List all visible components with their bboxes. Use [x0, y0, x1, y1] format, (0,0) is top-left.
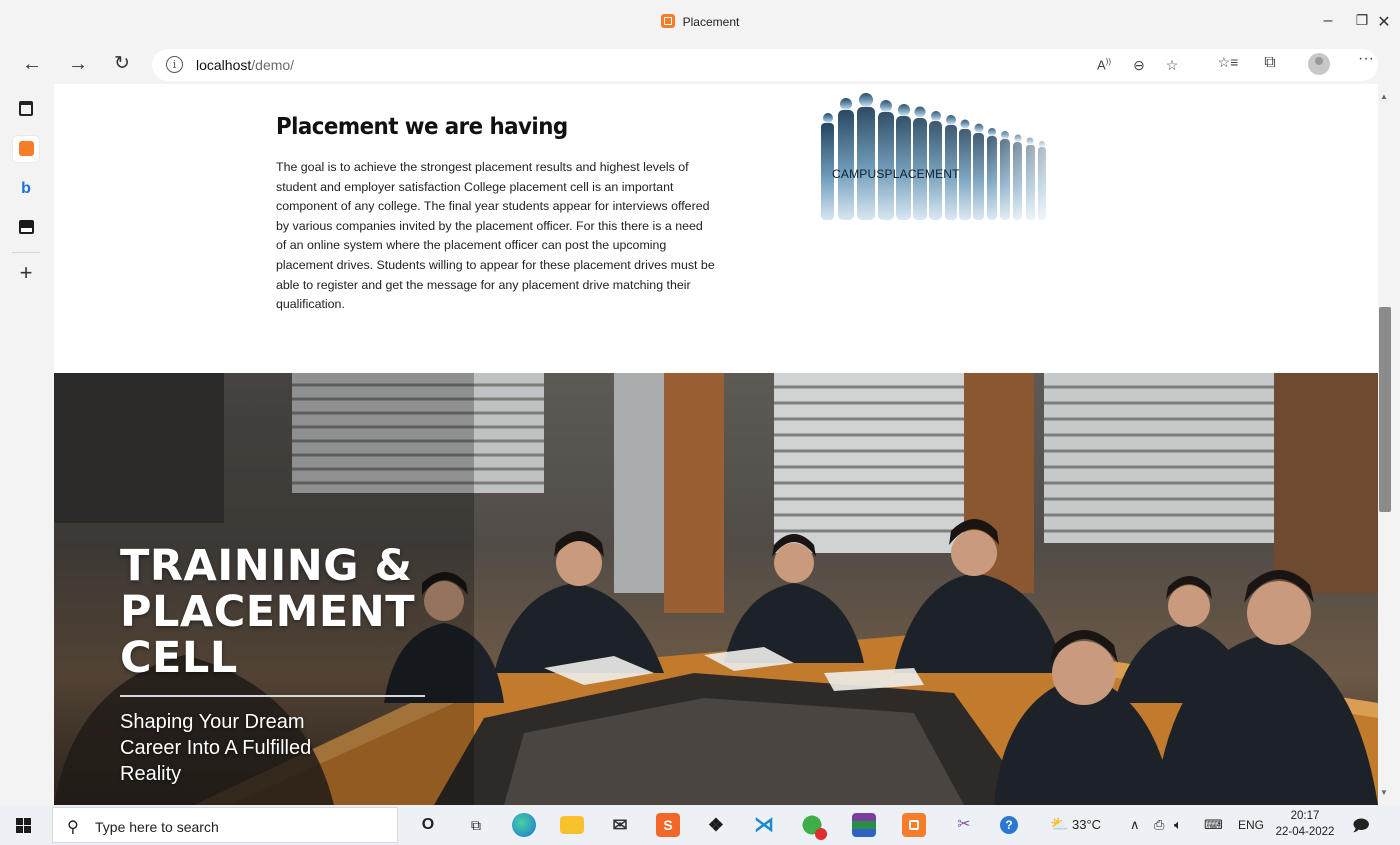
hero-title-line3: CELL [120, 633, 238, 683]
vscode-icon[interactable]: ⋊ [752, 813, 776, 837]
taskbar-search-placeholder: Type here to search [95, 819, 219, 835]
input-language[interactable]: ENG [1238, 818, 1264, 832]
show-hidden-icons-chevron-icon[interactable]: ∧ [1130, 817, 1140, 833]
close-icon[interactable]: ✕ [1364, 12, 1400, 32]
edge-browser-icon[interactable] [512, 813, 536, 837]
window-title: Placement [0, 14, 1400, 29]
clock-date: 22-04-2022 [1275, 826, 1335, 838]
campus-silhouettes [814, 88, 1064, 220]
taskbar-search-box[interactable]: ⚲ Type here to search [52, 807, 398, 843]
notifications-icon[interactable]: 🗩︎ [1352, 815, 1370, 842]
taskbar-clock[interactable]: 20:17 22-04-2022 [1274, 808, 1336, 840]
network-icon[interactable]: ⎙ [1154, 817, 1164, 833]
hero-banner: TRAINING & PLACEMENT CELL Shaping Your D… [54, 373, 1378, 805]
article-body: The goal is to achieve the strongest pla… [276, 160, 715, 312]
sublime-text-icon[interactable]: S [656, 813, 680, 837]
new-tab-plus-icon[interactable]: + [13, 260, 39, 286]
hero-title-line1: TRAINING & [120, 541, 413, 591]
profile-avatar[interactable] [1308, 53, 1330, 75]
article-heading: Placement we are having [276, 114, 568, 140]
campus-placement-label: CAMPUSPLACEMENT [832, 167, 960, 181]
cortana-icon[interactable]: O [416, 813, 440, 837]
xampp-icon[interactable] [902, 813, 926, 837]
volume-icon[interactable]: 🔈︎ [1174, 817, 1182, 833]
collections-icon[interactable]: ⧉ [1258, 54, 1282, 72]
help-icon[interactable]: ? [1000, 816, 1018, 834]
tab-actions-icon[interactable] [13, 96, 39, 122]
add-favorite-icon[interactable]: ☆ [1160, 57, 1184, 74]
more-menu-icon[interactable]: ··· [1354, 50, 1378, 68]
search-icon: ⚲ [67, 819, 79, 836]
keyboard-icon[interactable]: ⌨ [1204, 817, 1223, 833]
windows-start-icon[interactable] [16, 818, 31, 833]
hero-title-line2: PLACEMENT [120, 587, 416, 637]
scroll-down-arrow-icon[interactable]: ▼ [1380, 788, 1388, 797]
bing-icon[interactable]: b [13, 176, 39, 202]
tab-image-icon[interactable] [13, 214, 39, 240]
weather-icon[interactable]: ⛅ [1050, 815, 1069, 833]
snipping-tool-icon[interactable]: ✂ [952, 813, 976, 837]
back-arrow-icon[interactable]: ← [18, 52, 46, 78]
hero-divider [120, 695, 425, 697]
hero-title: TRAINING & PLACEMENT CELL [120, 543, 425, 681]
task-view-icon[interactable]: ⧉ [464, 813, 488, 837]
winrar-icon[interactable] [852, 813, 876, 837]
sidebar-divider [12, 252, 40, 253]
browser-toolbar: ← → ↻ i localhost/demo/ A)) ⊖ ☆ ☆≡ ⧉ ··· [0, 46, 1400, 84]
page-viewport: Placement we are having The goal is to a… [54, 84, 1378, 805]
refresh-icon[interactable]: ↻ [108, 52, 136, 78]
site-info-icon[interactable]: i [166, 56, 183, 73]
placement-article: Placement we are having The goal is to a… [276, 114, 716, 315]
read-aloud-icon[interactable]: A)) [1092, 57, 1116, 72]
xampp-favicon-icon [660, 14, 675, 28]
file-explorer-icon[interactable] [560, 816, 584, 834]
mail-icon[interactable]: ✉ [608, 813, 632, 837]
campus-placement-image: CAMPUSPLACEMENT [814, 88, 1064, 220]
forward-arrow-icon[interactable]: → [64, 52, 92, 78]
weather-temperature[interactable]: 33°C [1072, 817, 1101, 832]
address-bar[interactable]: i localhost/demo/ A)) ⊖ ☆ [152, 49, 1378, 81]
scrollbar-thumb[interactable] [1379, 307, 1391, 512]
window-title-text: Placement [682, 15, 740, 29]
hero-subtitle: Shaping Your Dream Career Into A Fulfill… [120, 711, 312, 785]
dropbox-icon[interactable]: ❖ [704, 813, 728, 837]
clock-time: 20:17 [1290, 810, 1320, 822]
favorites-icon[interactable]: ☆≡ [1216, 54, 1240, 71]
tab-placement-icon[interactable] [13, 136, 39, 162]
chrome-icon[interactable] [800, 813, 827, 840]
zoom-out-icon[interactable]: ⊖ [1127, 57, 1151, 74]
scroll-up-arrow-icon[interactable]: ▲ [1380, 92, 1388, 101]
edge-sidebar: b + [0, 84, 54, 805]
window-titlebar: Placement – ❐ ✕ [0, 0, 1400, 46]
hero-text-block: TRAINING & PLACEMENT CELL Shaping Your D… [120, 543, 425, 787]
windows-taskbar: ⚲ Type here to search O ⧉ ✉ S ❖ ⋊ ✂ ? ⛅ … [0, 805, 1400, 845]
address-url[interactable]: localhost/demo/ [196, 57, 294, 73]
